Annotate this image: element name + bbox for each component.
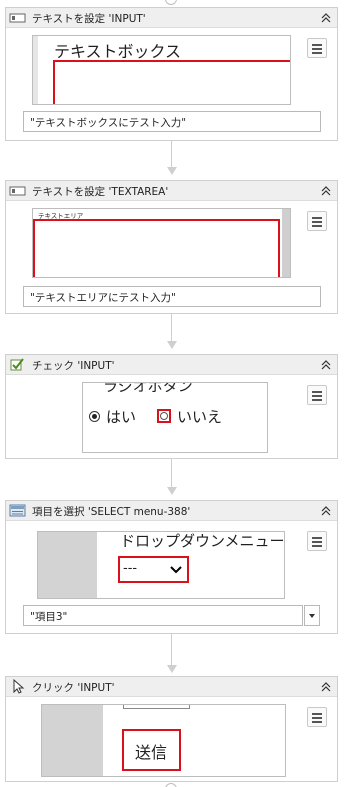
text-value-field[interactable]: "テキストエリアにテスト入力" — [23, 286, 321, 307]
screenshot-preview: ラジオボタン はい いいえ — [82, 382, 268, 453]
activity-title: テキストを設定 'INPUT' — [32, 13, 146, 25]
screenshot-preview: テキストエリア — [32, 208, 291, 278]
item-select-field[interactable]: "項目3" — [23, 605, 303, 626]
highlighted-target — [53, 60, 290, 104]
activity-title: クリック 'INPUT' — [32, 682, 115, 694]
highlighted-radio-no — [157, 409, 171, 423]
screenshot-preview: ドロップダウンメニュー --- — [37, 531, 285, 599]
menu-icon[interactable] — [307, 38, 327, 58]
activity-click-input[interactable]: クリック 'INPUT' 送信 — [5, 676, 338, 782]
activity-set-text-input[interactable]: テキストを設定 'INPUT' テキストボックス "テキストボックスにテスト入力… — [5, 7, 338, 141]
chevron-down-icon — [170, 566, 182, 574]
activity-header[interactable]: テキストを設定 'TEXTAREA' — [6, 181, 337, 201]
set-text-icon — [9, 13, 26, 23]
activity-header[interactable]: クリック 'INPUT' — [6, 677, 337, 697]
preview-label: テキストボックス — [54, 42, 182, 61]
highlighted-target — [33, 219, 280, 277]
activity-header[interactable]: チェック 'INPUT' — [6, 355, 337, 375]
menu-icon[interactable] — [307, 707, 327, 727]
menu-icon[interactable] — [307, 211, 327, 231]
collapse-chevron-icon[interactable] — [320, 185, 332, 197]
flow-connector — [167, 141, 177, 175]
radio-selected-icon — [89, 411, 100, 422]
preview-label: ドロップダウンメニュー — [120, 532, 285, 550]
highlighted-dropdown: --- — [118, 556, 189, 583]
radio-option-yes: はい — [106, 408, 137, 426]
activity-title: チェック 'INPUT' — [32, 360, 115, 372]
activity-title: 項目を選択 'SELECT menu-388' — [32, 506, 191, 518]
screenshot-preview: 送信 — [41, 704, 286, 777]
collapse-chevron-icon[interactable] — [320, 359, 332, 371]
collapse-chevron-icon[interactable] — [320, 681, 332, 693]
activity-select-item[interactable]: 項目を選択 'SELECT menu-388' ドロップダウンメニュー --- … — [5, 500, 338, 634]
text-value-field[interactable]: "テキストボックスにテスト入力" — [23, 111, 321, 132]
menu-icon[interactable] — [307, 531, 327, 551]
collapse-chevron-icon[interactable] — [320, 505, 332, 517]
flow-connector-top — [165, 0, 177, 5]
menu-icon[interactable] — [307, 385, 327, 405]
screenshot-preview: テキストボックス — [32, 35, 291, 105]
activity-set-text-textarea[interactable]: テキストを設定 'TEXTAREA' テキストエリア "テキストエリアにテスト入… — [5, 180, 338, 314]
flow-connector — [167, 459, 177, 495]
mouse-pointer-icon — [13, 679, 25, 694]
flow-connector — [167, 314, 177, 349]
flow-connector — [167, 634, 177, 673]
activity-title: テキストを設定 'TEXTAREA' — [32, 186, 169, 198]
activity-header[interactable]: テキストを設定 'INPUT' — [6, 8, 337, 28]
select-item-icon — [9, 504, 26, 517]
scrollbar — [282, 209, 290, 277]
activity-header[interactable]: 項目を選択 'SELECT menu-388' — [6, 501, 337, 521]
collapse-chevron-icon[interactable] — [320, 12, 332, 24]
preview-label: ラジオボタン — [103, 382, 193, 395]
dropdown-selected-value: --- — [123, 561, 138, 576]
radio-option-no: いいえ — [177, 408, 223, 426]
checkbox-icon — [10, 358, 24, 371]
activity-check-input[interactable]: チェック 'INPUT' ラジオボタン はい いいえ — [5, 354, 338, 459]
submit-button-label: 送信 — [135, 743, 168, 762]
item-dropdown-button[interactable] — [304, 605, 320, 626]
set-text-icon — [9, 186, 26, 196]
highlighted-submit-button: 送信 — [122, 729, 181, 771]
flow-connector-bottom — [165, 783, 177, 787]
